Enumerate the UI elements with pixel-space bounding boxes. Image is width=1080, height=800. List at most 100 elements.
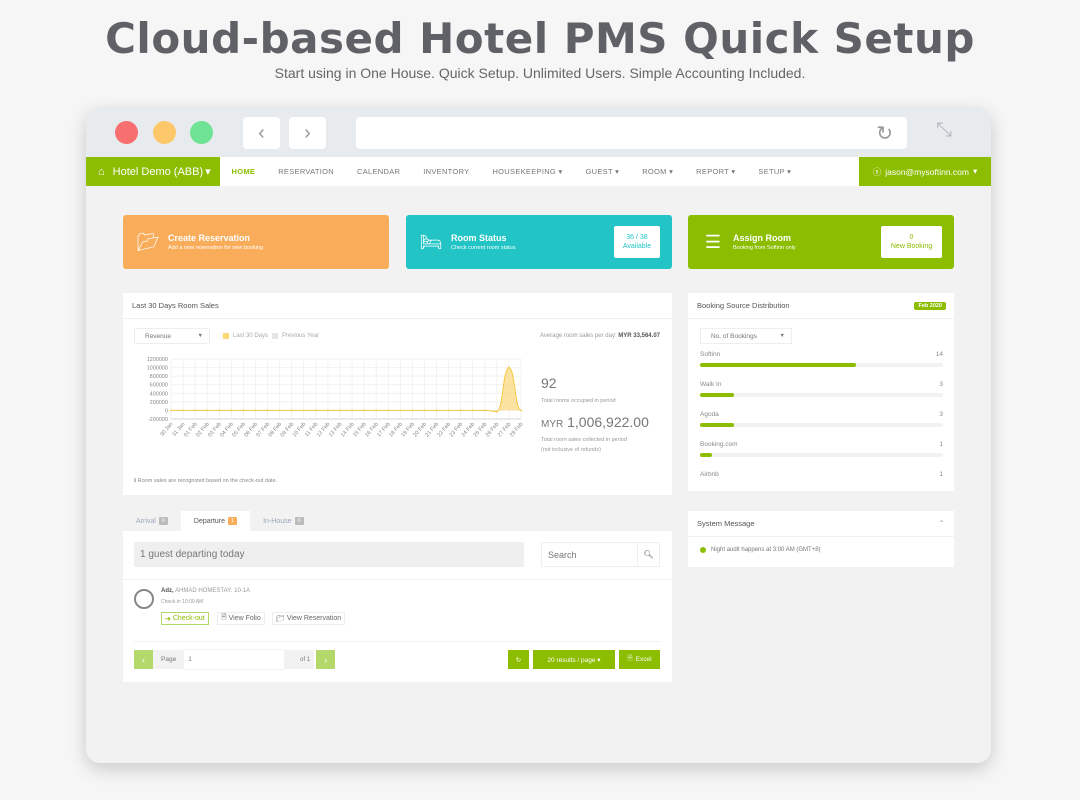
refresh-button[interactable]: ↻ bbox=[508, 650, 529, 669]
menu-home[interactable]: HOME bbox=[220, 167, 267, 176]
app-navbar: ⌂ Hotel Demo (ABB) ▾ HOME RESERVATION CAL… bbox=[86, 157, 991, 186]
data-point bbox=[254, 409, 257, 412]
next-page-button[interactable]: › bbox=[316, 650, 336, 669]
source-label: Softinn 14 bbox=[700, 351, 943, 358]
panel-title: Booking Source Distribution Feb 2020 bbox=[688, 293, 954, 319]
file-excel-icon: 🗎︎ bbox=[627, 655, 633, 662]
rooms-available-count: 36 / 38 bbox=[626, 233, 648, 241]
create-reservation-tile[interactable]: 📂︎ Create Reservation Add a new reservat… bbox=[123, 215, 389, 269]
user-menu[interactable]: ⓢ jason@mysoftinn.com ▾ bbox=[859, 157, 991, 186]
close-window-button[interactable] bbox=[115, 121, 138, 144]
source-name: Agoda bbox=[700, 411, 719, 418]
total-sales-caption: Total room sales collected in period (no… bbox=[541, 436, 649, 455]
source-bar-fill bbox=[700, 393, 735, 397]
tab-in-house[interactable]: In-House 0 bbox=[250, 511, 316, 531]
source-count: 3 bbox=[939, 381, 943, 388]
tile-subtitle: Add a new reservation for new booking bbox=[168, 245, 264, 251]
source-count: 14 bbox=[935, 351, 943, 358]
source-count: 3 bbox=[939, 411, 943, 418]
room-status-tile[interactable]: 🛏︎ Room Status Check current room status… bbox=[406, 215, 672, 269]
expand-icon[interactable]: ⤡ bbox=[936, 119, 952, 142]
metric-select-value: Revenue bbox=[145, 332, 172, 340]
menu-guest[interactable]: GUEST ▾ bbox=[574, 167, 631, 176]
data-point bbox=[520, 409, 522, 412]
view-reservation-button[interactable]: 📁︎ View Reservation bbox=[272, 612, 346, 625]
hotel-name: Hotel Demo (ABB) bbox=[112, 165, 204, 178]
tab-count-badge: 0 bbox=[294, 517, 304, 525]
results-per-page-dropdown[interactable]: 20 results / page ▾ bbox=[533, 650, 615, 669]
hero-subtitle: Start using in One House. Quick Setup. U… bbox=[274, 65, 806, 81]
reload-icon[interactable]: ↻ bbox=[876, 121, 893, 146]
source-bar-track bbox=[700, 363, 943, 367]
button-label: Check-out bbox=[172, 615, 205, 622]
menu-setup[interactable]: SETUP ▾ bbox=[747, 167, 803, 176]
view-folio-button[interactable]: 🗎︎ View Folio bbox=[217, 612, 265, 625]
assign-room-tile[interactable]: ☰ Assign Room Booking from Softinn only … bbox=[688, 215, 954, 269]
y-tick-label: 0 bbox=[165, 408, 168, 414]
tab-departure[interactable]: Departure 1 bbox=[180, 511, 251, 531]
maximize-window-button[interactable] bbox=[190, 121, 213, 144]
address-bar[interactable]: ↻ bbox=[356, 117, 907, 149]
page-input[interactable] bbox=[183, 649, 286, 670]
minimize-window-button[interactable] bbox=[153, 121, 176, 144]
prev-page-button[interactable]: ‹ bbox=[134, 650, 153, 669]
source-name: Walk In bbox=[700, 381, 722, 388]
menu-inventory[interactable]: INVENTORY bbox=[412, 167, 481, 176]
new-booking-label: New Booking bbox=[890, 243, 933, 250]
legend-previous[interactable]: Previous Year bbox=[282, 333, 319, 339]
tile-subtitle: Booking from Softinn only bbox=[733, 245, 796, 251]
tab-count-badge: 1 bbox=[228, 517, 238, 525]
total-sales-caption-line2: (not inclusive of refunds) bbox=[541, 446, 601, 453]
collapse-icon[interactable]: ⌃ bbox=[938, 519, 945, 528]
tab-arrival[interactable]: Arrival 0 bbox=[123, 511, 181, 531]
total-sales-currency: MYR bbox=[541, 419, 564, 431]
page-label: Page bbox=[153, 650, 185, 669]
total-sales-value: 1,006,922.00 bbox=[567, 414, 649, 431]
tile-title: Assign Room bbox=[733, 233, 792, 243]
caret-down-icon: ▼ bbox=[197, 333, 203, 339]
data-point bbox=[266, 409, 269, 412]
forward-button[interactable]: › bbox=[289, 117, 326, 149]
new-booking-count: 0 bbox=[909, 233, 914, 241]
source-bar-fill bbox=[700, 453, 713, 457]
source-bar-track bbox=[700, 393, 943, 397]
source-count: 1 bbox=[939, 441, 943, 448]
source-row: Softinn 14 bbox=[700, 351, 943, 367]
source-label: Airbnb 1 bbox=[700, 471, 943, 478]
search-input[interactable] bbox=[542, 549, 637, 560]
series-area-last-30-days bbox=[171, 367, 521, 412]
data-point bbox=[182, 409, 184, 412]
data-point bbox=[423, 409, 426, 412]
menu-report[interactable]: REPORT ▾ bbox=[685, 167, 747, 176]
tile-subtitle: Check current room status bbox=[451, 245, 516, 251]
tile-title: Room Status bbox=[451, 233, 507, 243]
back-button[interactable]: ‹ bbox=[243, 117, 280, 149]
metric-select[interactable]: Revenue ▼ bbox=[134, 328, 210, 344]
data-point bbox=[290, 409, 293, 412]
source-row: Booking.com 1 bbox=[700, 441, 943, 457]
export-excel-button[interactable]: 🗎︎ Excel bbox=[619, 650, 660, 669]
hotel-selector[interactable]: ⌂ Hotel Demo (ABB) ▾ bbox=[86, 157, 220, 186]
chart-legend: Last 30 Days Previous Year bbox=[223, 333, 319, 339]
folder-open-icon: 📂︎ bbox=[136, 231, 160, 252]
signpost-icon: ☰ bbox=[704, 231, 722, 252]
system-message-item: Night audit happens at 3:00 AM (GMT+8) bbox=[700, 547, 821, 553]
menu-calendar[interactable]: CALENDAR bbox=[346, 167, 412, 176]
menu-reservation[interactable]: RESERVATION bbox=[267, 167, 346, 176]
guest-tabs: Arrival 0 Departure 1 In-House 0 bbox=[123, 511, 317, 531]
user-icon: ⓢ bbox=[872, 166, 882, 177]
sales-note: ℹ︎ Room sales are recognized based on th… bbox=[134, 478, 277, 484]
menu-housekeeping[interactable]: HOUSEKEEPING ▾ bbox=[481, 167, 574, 176]
distribution-metric-select[interactable]: No. of Bookings ▼ bbox=[700, 328, 792, 344]
search-icon[interactable]: 🔍︎ bbox=[637, 543, 659, 566]
avatar bbox=[134, 589, 154, 609]
data-point bbox=[471, 409, 474, 412]
data-point bbox=[218, 409, 221, 412]
tab-label: Departure bbox=[193, 517, 226, 525]
panel-title: Last 30 Days Room Sales bbox=[123, 293, 672, 319]
status-dot-icon bbox=[700, 547, 706, 553]
menu-room[interactable]: ROOM ▾ bbox=[631, 167, 685, 176]
legend-current[interactable]: Last 30 Days bbox=[233, 333, 268, 339]
check-out-button[interactable]: ➜ Check-out bbox=[161, 612, 209, 625]
room-sales-panel: Last 30 Days Room Sales Revenue ▼ Last 3… bbox=[123, 293, 672, 495]
